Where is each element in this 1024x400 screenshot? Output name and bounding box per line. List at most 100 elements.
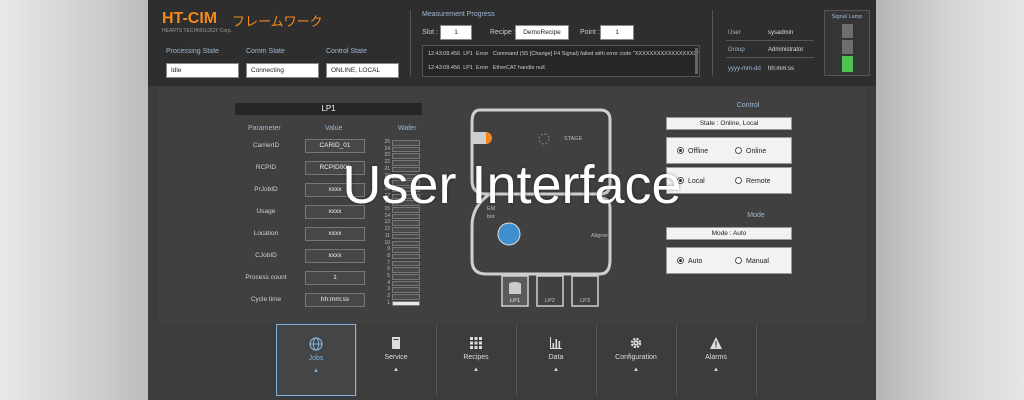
radio-dot (735, 257, 742, 264)
divider (726, 40, 814, 41)
wafer-slot-number: 5 (387, 273, 390, 279)
chevron-up-icon: ▲ (553, 367, 559, 373)
nav-service-label: Service (384, 354, 408, 361)
header-panel: HT-CIM フレームワーク HEARTS TECHNOLOGY Corp. P… (148, 0, 876, 86)
carrier-icon (509, 284, 521, 294)
point-label: Point : (580, 29, 600, 36)
nav-alarms[interactable]: Alarms ▲ (676, 324, 756, 396)
recipe-label: Recipe : (490, 29, 516, 36)
parameter-name: CarrierID (252, 142, 280, 149)
wafer-slot[interactable] (392, 280, 420, 287)
wafer-slot-number: 3 (387, 286, 390, 293)
comm-state-label: Comm State (246, 48, 285, 55)
time-value: hh:mm:ss (768, 66, 795, 72)
wafer-slot[interactable] (392, 233, 420, 240)
wafer-slot-number: 12 (384, 226, 390, 233)
wafer-slot[interactable] (392, 253, 420, 260)
nav-data[interactable]: Data ▲ (516, 324, 596, 396)
lp-title: LP1 (235, 103, 422, 115)
wafer-slot[interactable] (392, 287, 420, 293)
wafer-slot[interactable] (392, 274, 420, 280)
robot-wafer (497, 222, 521, 246)
nav-jobs-label: Jobs (308, 355, 324, 362)
auto-manual-group: Auto Manual (666, 247, 792, 274)
mode-state-display: Mode : Auto (666, 227, 792, 240)
brand-subtitle: フレームワーク (232, 14, 323, 29)
wafer-slot[interactable] (392, 294, 420, 300)
log-scrollbar[interactable] (695, 48, 698, 74)
nav-configuration[interactable]: Configuration ▲ (596, 324, 676, 396)
bar-chart-icon (550, 337, 562, 349)
radio-dot (677, 257, 684, 264)
radio-auto[interactable]: Auto (677, 257, 702, 265)
processing-state-value: Idle (166, 63, 239, 78)
wafer-slot[interactable] (392, 300, 420, 307)
signal-lamp-title: Signal Lamp (831, 14, 863, 20)
slot-label: Slot : (422, 29, 438, 36)
wafer-slot-number: 4 (387, 279, 390, 286)
wafer-slot-number: 13 (384, 219, 390, 226)
nav-service[interactable]: Service ▲ (356, 324, 436, 396)
divider (410, 10, 411, 76)
measurement-title: Measurement Progress (422, 11, 495, 18)
col-value: Value (325, 125, 343, 132)
col-parameter: Parameter (248, 125, 281, 132)
processing-state-label: Processing State (166, 48, 219, 55)
book-icon (392, 337, 400, 349)
wafer-slot[interactable] (392, 247, 420, 253)
divider (756, 324, 757, 396)
wafer-slot[interactable] (392, 260, 420, 267)
log-panel[interactable]: 12:43:09.456 LP1 Error Command (S5 [Chan… (422, 45, 700, 77)
gear-icon (630, 337, 642, 349)
wafer-slot-number: 25 (384, 139, 390, 145)
log-row: 12:43:09.456 LP1 Error Command (S5 [Chan… (428, 51, 700, 57)
radio-manual[interactable]: Manual (735, 257, 769, 265)
radio-dot (735, 147, 742, 154)
slot-field: 1 (440, 25, 472, 40)
wafer-slot-number: 1 (387, 299, 390, 306)
comm-state-value: Connecting (246, 63, 319, 78)
radio-dot (677, 147, 684, 154)
signal-lamp-green (842, 56, 853, 72)
nav-recipes[interactable]: Recipes ▲ (436, 324, 516, 396)
parameter-value: hh:mm:ss (305, 293, 365, 307)
aligner-label: Aligner (591, 233, 609, 239)
chevron-up-icon: ▲ (473, 367, 479, 373)
loadport-lp3-label: LP3 (580, 298, 590, 304)
wafer-slot[interactable] (392, 140, 420, 146)
stage-target-icon (538, 133, 550, 145)
col-wafer: Wafer (398, 125, 417, 132)
wafer-slot[interactable] (392, 267, 420, 273)
parameter-name: Process count (245, 274, 287, 281)
nav-jobs[interactable]: Jobs ▲ (276, 324, 356, 396)
divider (712, 10, 713, 76)
brand-title: HT-CIM (162, 10, 218, 27)
wafer-slot-number: 24 (384, 145, 390, 152)
group-value: Administrator (768, 47, 804, 53)
wafer-slot-number: 10 (384, 239, 390, 246)
wafer-slot-number: 8 (387, 252, 390, 259)
parameter-value: CARID_01 (305, 139, 365, 153)
stage-label: STAGE (564, 136, 583, 142)
parameter-name: CJobID (255, 252, 277, 259)
parameter-value: 1 (305, 271, 365, 285)
parameter-value: xxxx (305, 227, 365, 241)
wafer-slot[interactable] (392, 240, 420, 246)
bottom-nav: Jobs ▲ Service ▲ Recipes ▲ Data ▲ Config… (270, 322, 757, 400)
chevron-up-icon: ▲ (313, 368, 319, 374)
wafer-slot-number: 7 (387, 259, 390, 266)
brand-company: HEARTS TECHNOLOGY Corp. (162, 28, 233, 34)
control-state-display: State : Online, Local (666, 117, 792, 130)
signal-lamp-yellow (842, 40, 853, 54)
wafer-slot-number: 9 (387, 246, 390, 253)
nav-recipes-label: Recipes (463, 354, 489, 361)
wafer-slot[interactable] (392, 220, 420, 226)
user-label: User (728, 30, 741, 36)
globe-icon (309, 337, 323, 351)
control-title: Control (736, 102, 760, 109)
chevron-up-icon: ▲ (633, 367, 639, 373)
control-state-value: ONLINE, LOCAL (326, 63, 399, 78)
wafer-slot[interactable] (392, 146, 420, 153)
nav-data-label: Data (548, 354, 564, 361)
wafer-slot[interactable] (392, 227, 420, 233)
